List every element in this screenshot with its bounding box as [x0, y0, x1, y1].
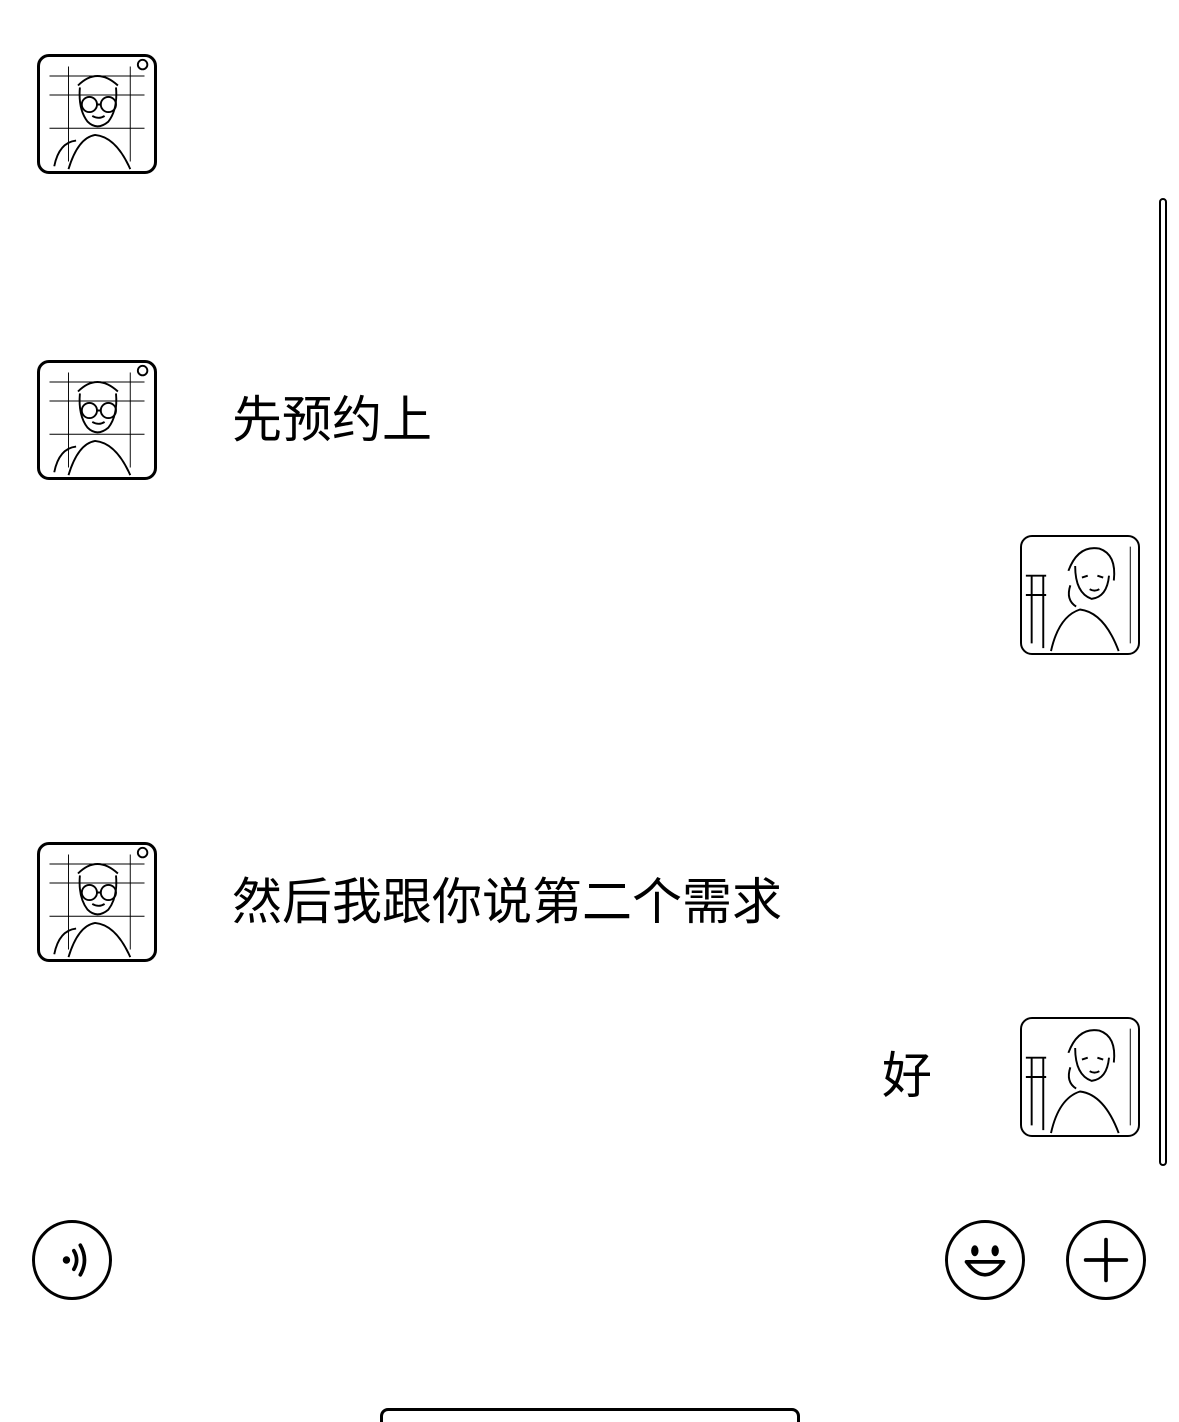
add-button[interactable] — [1066, 1220, 1146, 1300]
message-text[interactable]: 好 — [882, 1046, 932, 1106]
contact-avatar[interactable] — [37, 54, 157, 174]
chat-scrollbar[interactable] — [1159, 198, 1167, 1166]
self-avatar[interactable] — [1020, 535, 1140, 655]
self-avatar-image — [1025, 546, 1131, 652]
contact-avatar[interactable] — [37, 360, 157, 480]
contact-avatar[interactable] — [37, 842, 157, 962]
contact-avatar-image — [49, 58, 149, 170]
emoji-button[interactable] — [945, 1220, 1025, 1300]
message-text[interactable]: 然后我跟你说第二个需求 — [232, 872, 782, 932]
home-indicator[interactable] — [380, 1408, 800, 1422]
emoji-icon — [964, 1245, 1006, 1277]
self-avatar[interactable] — [1020, 1017, 1140, 1137]
self-avatar-image — [1025, 1028, 1131, 1134]
message-text[interactable]: 先预约上 — [232, 390, 432, 450]
contact-avatar-image — [49, 364, 149, 476]
plus-icon — [1083, 1237, 1129, 1283]
contact-avatar-image — [49, 846, 149, 958]
voice-icon — [62, 1243, 87, 1277]
voice-button[interactable] — [32, 1220, 112, 1300]
